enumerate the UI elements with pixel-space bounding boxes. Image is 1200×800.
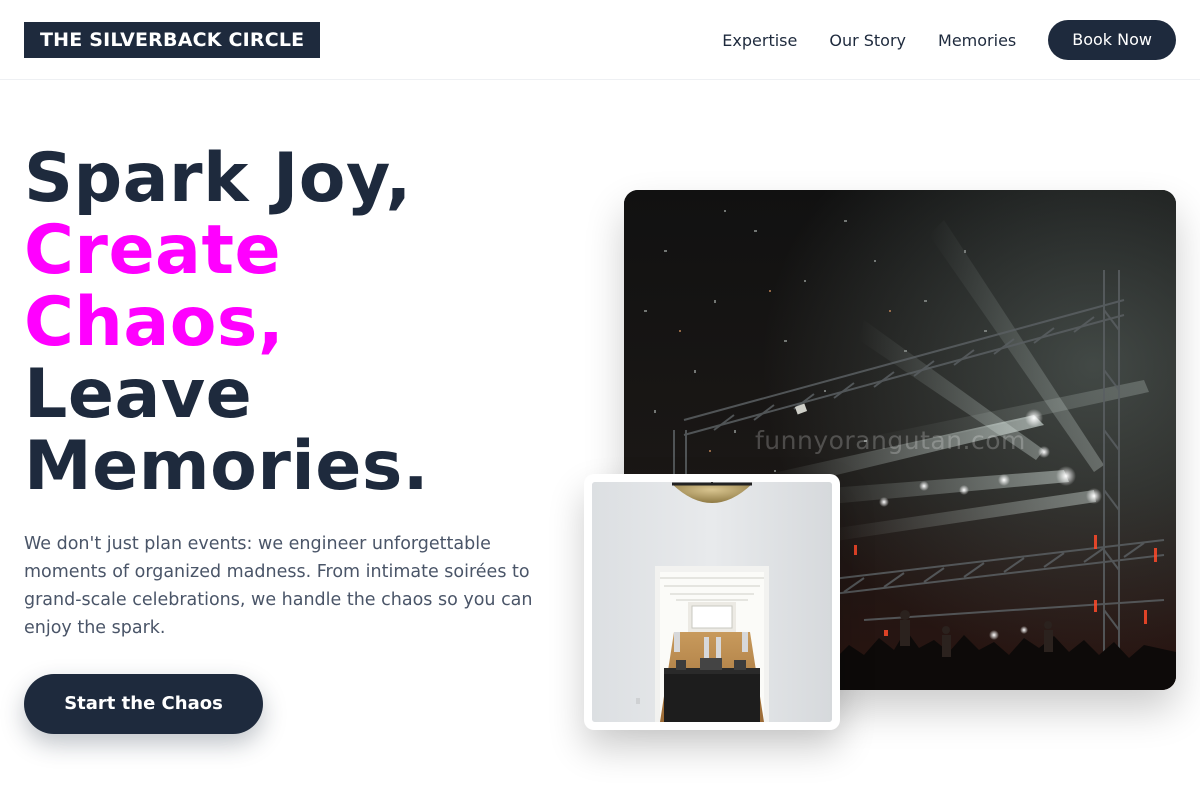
headline-line-4: Leave — [24, 355, 253, 434]
headline-line-2: Create — [24, 211, 282, 290]
nav-link-our-story[interactable]: Our Story — [829, 31, 906, 50]
image-watermark: funnyorangutan.com — [755, 426, 1026, 455]
headline-line-5: Memories. — [24, 427, 430, 506]
nav-link-memories[interactable]: Memories — [938, 31, 1016, 50]
main-nav: Expertise Our Story Memories Book Now — [722, 0, 1176, 80]
hero-headline: Spark Joy, Create Chaos, Leave Memories. — [24, 143, 429, 503]
book-now-button[interactable]: Book Now — [1048, 20, 1176, 60]
site-header: THE SILVERBACK CIRCLE Expertise Our Stor… — [0, 0, 1200, 80]
venue-hall-image — [584, 474, 840, 730]
nav-link-expertise[interactable]: Expertise — [722, 31, 797, 50]
headline-line-1: Spark Joy, — [24, 139, 412, 218]
brand-logo[interactable]: THE SILVERBACK CIRCLE — [24, 22, 321, 58]
start-the-chaos-button[interactable]: Start the Chaos — [24, 674, 263, 734]
hero-description: We don't just plan events: we engineer u… — [24, 534, 533, 638]
headline-line-3: Chaos, — [24, 283, 285, 362]
